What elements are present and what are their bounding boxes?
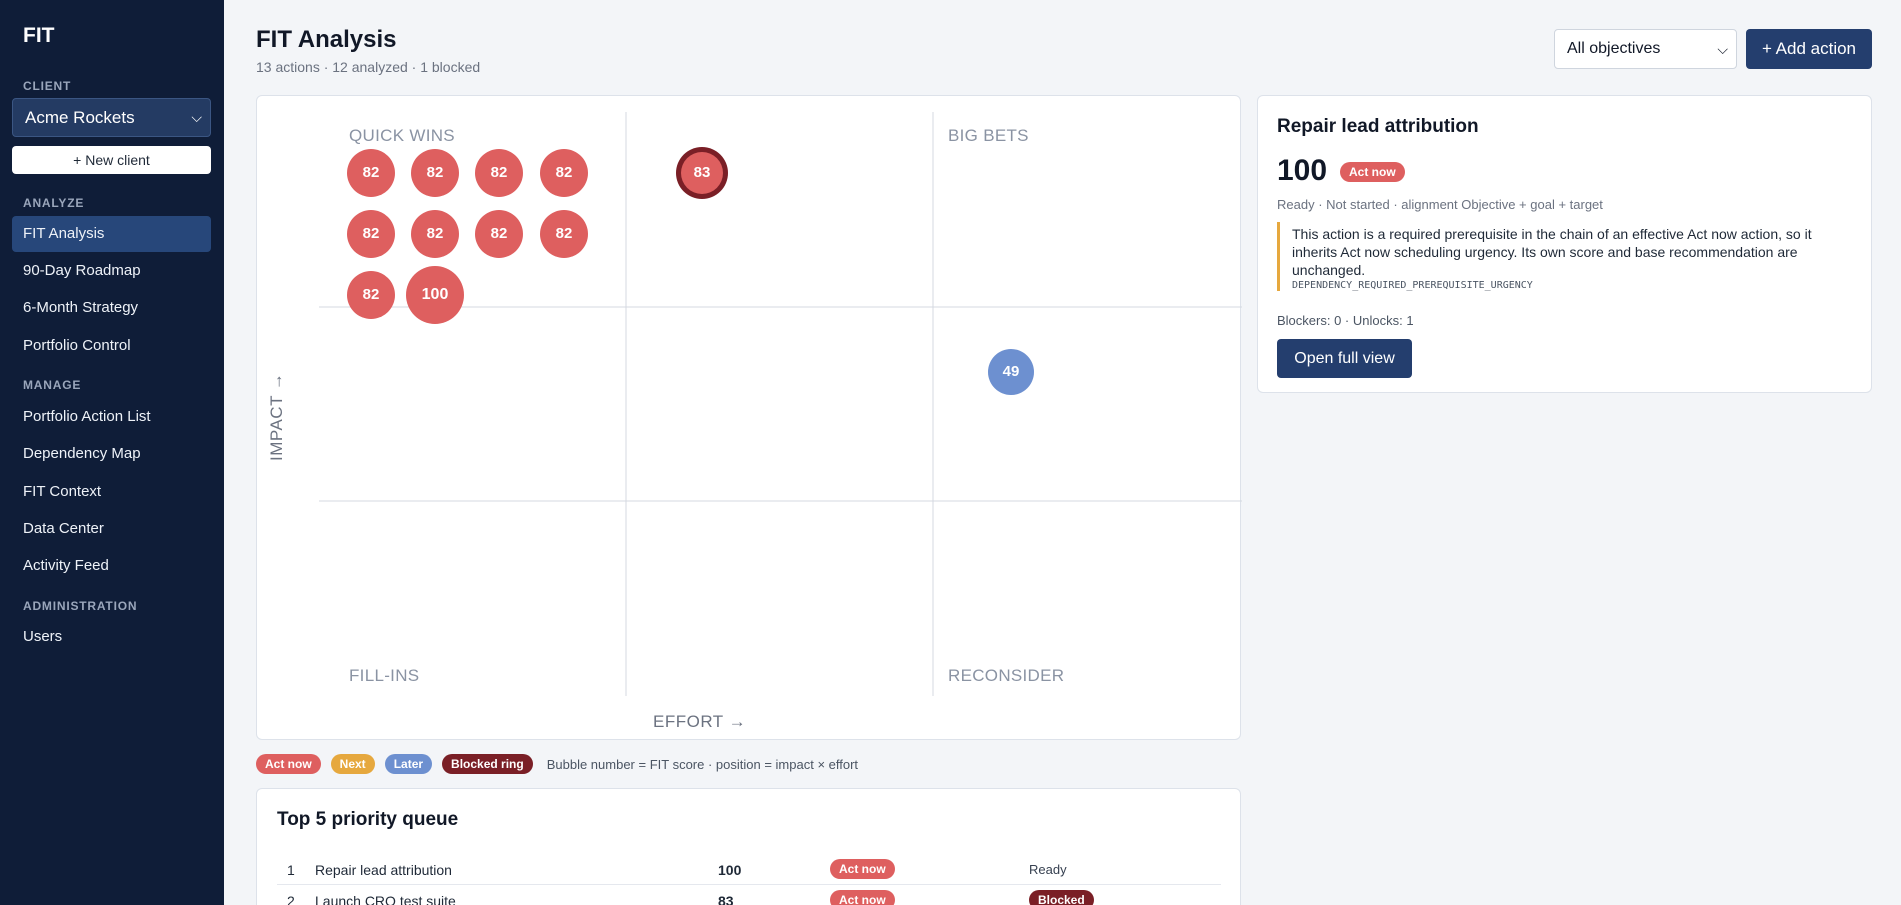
fit-score-bubble[interactable]: 100 [406,266,464,324]
sidebar-item-portfolio-action-list[interactable]: Portfolio Action List [12,399,211,435]
queue-rank: 2 [287,893,295,905]
sidebar-item-6-month-strategy[interactable]: 6-Month Strategy [12,290,211,326]
table-row[interactable]: 1 Repair lead attribution 100 Act now Re… [277,854,1221,885]
chevron-down-icon: ⌵ [191,109,202,125]
sidebar-item-fit-context[interactable]: FIT Context [12,474,211,510]
section-label-analyze: ANALYZE [23,196,85,210]
sidebar-item-users[interactable]: Users [12,619,211,655]
section-label-client: CLIENT [23,79,72,93]
priority-queue-card: Top 5 priority queue 1 Repair lead attri… [256,788,1241,905]
fit-score-bubble[interactable]: 82 [540,210,588,258]
queue-state: Ready [1029,862,1067,877]
queue-score: 83 [718,893,734,905]
sidebar-item-activity-feed[interactable]: Activity Feed [12,548,211,584]
queue-rank: 1 [287,862,295,878]
sidebar-item-fit-analysis[interactable]: FIT Analysis [12,216,211,252]
fit-score-bubble[interactable]: 49 [988,349,1034,395]
fit-score-bubble[interactable]: 82 [475,210,523,258]
table-row[interactable]: 2 Launch CRO test suite 83 Act now Block… [277,885,1221,905]
add-action-button[interactable]: + Add action [1746,29,1872,69]
fit-score-bubble[interactable]: 82 [411,210,459,258]
detail-status-badge: Act now [1340,162,1405,182]
legend-blocked-ring-pill: Blocked ring [442,754,533,774]
quadrant-label-big-bets: BIG BETS [948,126,1029,145]
fit-score-bubble[interactable]: 82 [411,149,459,197]
fit-score-bubble[interactable]: 82 [347,210,395,258]
fit-matrix-grid [319,112,1242,696]
client-select[interactable]: Acme Rockets ⌵ [12,98,211,137]
objective-filter-select[interactable]: All objectives ⌵ [1554,29,1737,69]
x-axis-label: EFFORT → [653,712,747,731]
objective-filter-value: All objectives [1567,40,1661,57]
queue-score: 100 [718,862,742,878]
queue-action-name: Launch CRO test suite [315,893,456,905]
chevron-down-icon: ⌵ [1717,41,1728,57]
page-title: FIT Analysis [256,26,397,53]
queue-state-badge: Blocked [1029,890,1094,905]
fit-score-bubble[interactable]: 82 [540,149,588,197]
section-label-administration: ADMINISTRATION [23,599,138,613]
legend-next-pill: Next [330,754,375,774]
quadrant-label-fill-ins: FILL-INS [349,666,420,685]
detail-counts: Blockers: 0 · Unlocks: 1 [1277,313,1414,328]
queue-status-badge: Act now [830,859,895,879]
quadrant-label-quick-wins: QUICK WINS [349,126,455,145]
sidebar-item-dependency-map[interactable]: Dependency Map [12,436,211,472]
quadrant-label-reconsider: RECONSIDER [948,666,1065,685]
fit-score-bubble[interactable]: 82 [475,149,523,197]
fit-score-bubble[interactable]: 83 [681,152,723,194]
action-detail-panel: Repair lead attribution 100 Act now Read… [1257,95,1872,393]
sidebar-item-portfolio-control[interactable]: Portfolio Control [12,328,211,364]
legend-note: Bubble number = FIT score · position = i… [546,756,859,772]
client-select-value: Acme Rockets [25,108,135,127]
detail-meta: Ready · Not started · alignment Objectiv… [1277,197,1603,212]
priority-queue-title: Top 5 priority queue [277,809,459,830]
open-full-view-button[interactable]: Open full view [1277,339,1412,378]
legend-act-now-pill: Act now [256,754,321,774]
fit-matrix-card: QUICK WINS BIG BETS FILL-INS RECONSIDER … [256,95,1242,740]
detail-note-code: DEPENDENCY_REQUIRED_PREREQUISITE_URGENCY [1292,280,1533,291]
sidebar-item-90-day-roadmap[interactable]: 90-Day Roadmap [12,253,211,289]
legend-later-pill: Later [384,754,433,774]
fit-score-bubble[interactable]: 82 [347,149,395,197]
new-client-button[interactable]: + New client [12,146,211,174]
fit-score-bubble[interactable]: 82 [347,271,395,319]
sidebar-item-data-center[interactable]: Data Center [12,511,211,547]
queue-action-name: Repair lead attribution [315,862,452,878]
detail-note: This action is a required prerequisite i… [1277,222,1837,291]
legend: Act now Next Later Blocked ring Bubble n… [256,754,858,774]
page-subtitle: 13 actions · 12 analyzed · 1 blocked [256,59,481,75]
detail-note-text: This action is a required prerequisite i… [1292,226,1812,278]
y-axis-label: IMPACT → [267,372,286,461]
queue-status-badge: Act now [830,890,895,905]
sidebar: FIT CLIENT Acme Rockets ⌵ + New client A… [0,0,224,905]
brand-logo: FIT [23,24,55,47]
detail-score: 100 [1277,154,1328,187]
detail-title: Repair lead attribution [1277,116,1479,137]
section-label-manage: MANAGE [23,378,82,392]
